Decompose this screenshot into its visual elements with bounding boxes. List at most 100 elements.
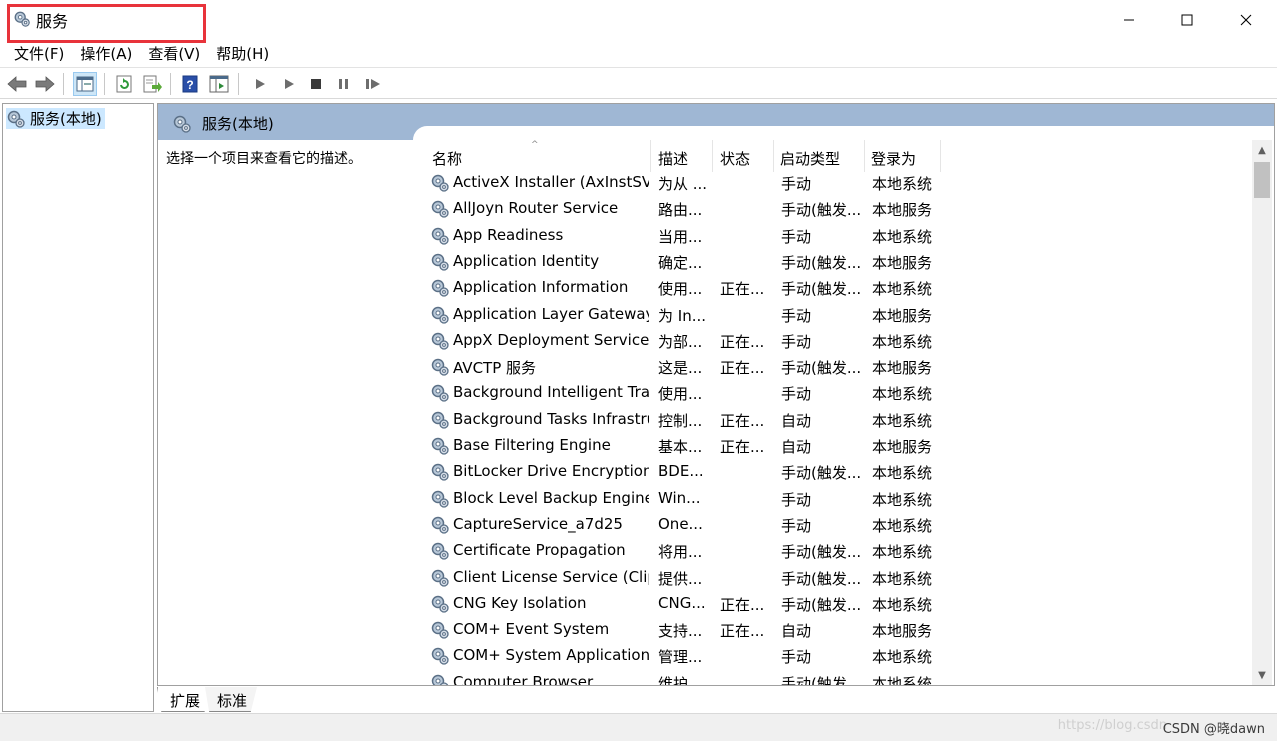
column-divider[interactable]	[712, 140, 713, 172]
service-description: 维护...	[658, 674, 703, 686]
service-row[interactable]: BitLocker Drive Encryption ... BDE... 手动(触…	[423, 459, 1223, 485]
service-gear-icon	[430, 226, 450, 246]
service-startup-type: 手动(触发...	[781, 595, 862, 614]
column-divider[interactable]	[650, 140, 651, 172]
services-gear-icon	[172, 114, 192, 134]
forward-button[interactable]	[33, 72, 57, 96]
services-gear-icon	[6, 109, 26, 129]
show-hide-tree-button[interactable]	[73, 72, 97, 96]
service-row[interactable]: Application Information 使用... 正在... 手动(触发..…	[423, 275, 1223, 301]
service-startup-type: 手动(触发...	[781, 464, 862, 483]
service-name: Application Identity	[453, 251, 600, 270]
service-status: 正在...	[720, 332, 765, 351]
service-row[interactable]: App Readiness 当用... 手动 本地系统	[423, 223, 1223, 249]
service-row[interactable]: CNG Key Isolation CNG... 正在... 手动(触发... 本地系统	[423, 591, 1223, 617]
service-status: 正在...	[720, 359, 765, 378]
tab-standard[interactable]: 标准	[205, 687, 257, 712]
service-status: 正在...	[720, 411, 765, 430]
service-row[interactable]: AVCTP 服务 这是... 正在... 手动(触发... 本地服务	[423, 354, 1223, 380]
column-header-description[interactable]: 描述	[658, 148, 688, 169]
service-log-on-as: 本地系统	[872, 674, 933, 686]
service-startup-type: 手动	[781, 306, 812, 325]
scroll-down-icon[interactable]: ▼	[1252, 665, 1272, 685]
scroll-up-icon[interactable]: ▲	[1252, 140, 1272, 160]
faded-watermark: https://blog.csdn	[1057, 718, 1167, 733]
service-description: 当用...	[658, 227, 703, 246]
start-service-params-button[interactable]	[277, 72, 301, 96]
service-startup-type: 手动(触发...	[781, 201, 862, 220]
column-divider[interactable]	[940, 140, 941, 172]
service-log-on-as: 本地服务	[872, 201, 933, 220]
back-button[interactable]	[5, 72, 29, 96]
svg-text:?: ?	[186, 78, 193, 92]
pause-service-button[interactable]	[332, 72, 356, 96]
service-row[interactable]: Base Filtering Engine 基本... 正在... 自动 本地服务	[423, 433, 1223, 459]
menu-file[interactable]: 文件(F)	[6, 42, 72, 66]
service-gear-icon	[430, 594, 450, 614]
content-header-tab: 服务(本地)	[158, 107, 420, 140]
column-header-status[interactable]: 状态	[720, 148, 750, 169]
service-row[interactable]: CaptureService_a7d25 One... 手动 本地系统	[423, 512, 1223, 538]
service-status: 正在...	[720, 622, 765, 641]
service-name: Background Intelligent Tra...	[453, 383, 649, 402]
stop-service-button[interactable]	[304, 72, 328, 96]
column-header-row: ^ 名称 描述 状态 启动类型 登录为	[423, 140, 1223, 172]
service-name: Client License Service (Clip...	[453, 567, 649, 586]
toolbar-separator	[170, 73, 171, 95]
service-description: 管理...	[658, 648, 703, 667]
tree-item-services-local[interactable]: 服务(本地)	[6, 108, 105, 129]
scrollbar-thumb[interactable]	[1254, 162, 1270, 198]
column-header-startup-type[interactable]: 启动类型	[780, 148, 840, 169]
refresh-icon	[116, 75, 132, 93]
service-row[interactable]: Block Level Backup Engine ... Win... 手动 本地系…	[423, 486, 1223, 512]
service-gear-icon	[430, 436, 450, 456]
service-startup-type: 手动	[781, 648, 812, 667]
maximize-button[interactable]	[1158, 0, 1216, 40]
stop-service-icon	[311, 79, 321, 89]
service-row[interactable]: Background Tasks Infrastru... 控制... 正在... 自…	[423, 407, 1223, 433]
tab-extended[interactable]: 扩展	[157, 687, 211, 712]
start-service-button[interactable]	[248, 72, 272, 96]
service-row[interactable]: Computer Browser 维护... 手动(触发... 本地系统	[423, 670, 1223, 686]
service-row[interactable]: AppX Deployment Service ... 为部... 正在... 手动 本…	[423, 328, 1223, 354]
export-list-button[interactable]	[140, 72, 164, 96]
column-divider[interactable]	[773, 140, 774, 172]
service-name: Application Layer Gateway ...	[453, 304, 649, 323]
service-description: CNG...	[658, 593, 706, 612]
service-gear-icon	[430, 620, 450, 640]
service-row[interactable]: ActiveX Installer (AxInstSV) 为从 ... 手动 本地系统	[423, 170, 1223, 196]
service-startup-type: 手动(触发...	[781, 543, 862, 562]
column-header-log-on-as[interactable]: 登录为	[871, 148, 916, 169]
menu-action[interactable]: 操作(A)	[72, 42, 140, 66]
resume-service-icon	[366, 79, 380, 89]
menu-view[interactable]: 查看(V)	[140, 42, 208, 66]
service-name: AVCTP 服务	[453, 359, 537, 378]
service-row[interactable]: COM+ Event System 支持... 正在... 自动 本地服务	[423, 617, 1223, 643]
show-hide-console-tree-icon	[76, 76, 94, 92]
help-button[interactable]: ?	[178, 72, 202, 96]
service-row[interactable]: Application Layer Gateway ... 为 In... 手动 本地…	[423, 302, 1223, 328]
service-description: 这是...	[658, 359, 703, 378]
service-row[interactable]: COM+ System Application 管理... 手动 本地系统	[423, 643, 1223, 669]
service-log-on-as: 本地系统	[872, 280, 933, 299]
minimize-button[interactable]	[1100, 0, 1158, 40]
menu-help[interactable]: 帮助(H)	[208, 42, 277, 66]
service-description: 为部...	[658, 332, 703, 351]
properties-panel-button[interactable]	[207, 72, 231, 96]
service-description: 提供...	[658, 569, 703, 588]
column-header-name[interactable]: 名称	[432, 148, 462, 169]
service-row[interactable]: Client License Service (Clip... 提供... 手动(触…	[423, 565, 1223, 591]
service-row[interactable]: Application Identity 确定... 手动(触发... 本地服务	[423, 249, 1223, 275]
close-button[interactable]	[1217, 0, 1275, 40]
column-divider[interactable]	[864, 140, 865, 172]
refresh-button[interactable]	[112, 72, 136, 96]
service-description: 使用...	[658, 280, 703, 299]
service-gear-icon	[430, 489, 450, 509]
service-name: Block Level Backup Engine ...	[453, 488, 649, 507]
vertical-scrollbar[interactable]: ▲ ▼	[1252, 140, 1272, 685]
resume-service-button[interactable]	[361, 72, 385, 96]
service-row[interactable]: AllJoyn Router Service 路由... 手动(触发... 本地服务	[423, 196, 1223, 222]
service-row[interactable]: Background Intelligent Tra... 使用... 手动 本地系统	[423, 380, 1223, 406]
help-icon: ?	[182, 75, 198, 93]
service-row[interactable]: Certificate Propagation 将用... 手动(触发... 本地系统	[423, 538, 1223, 564]
